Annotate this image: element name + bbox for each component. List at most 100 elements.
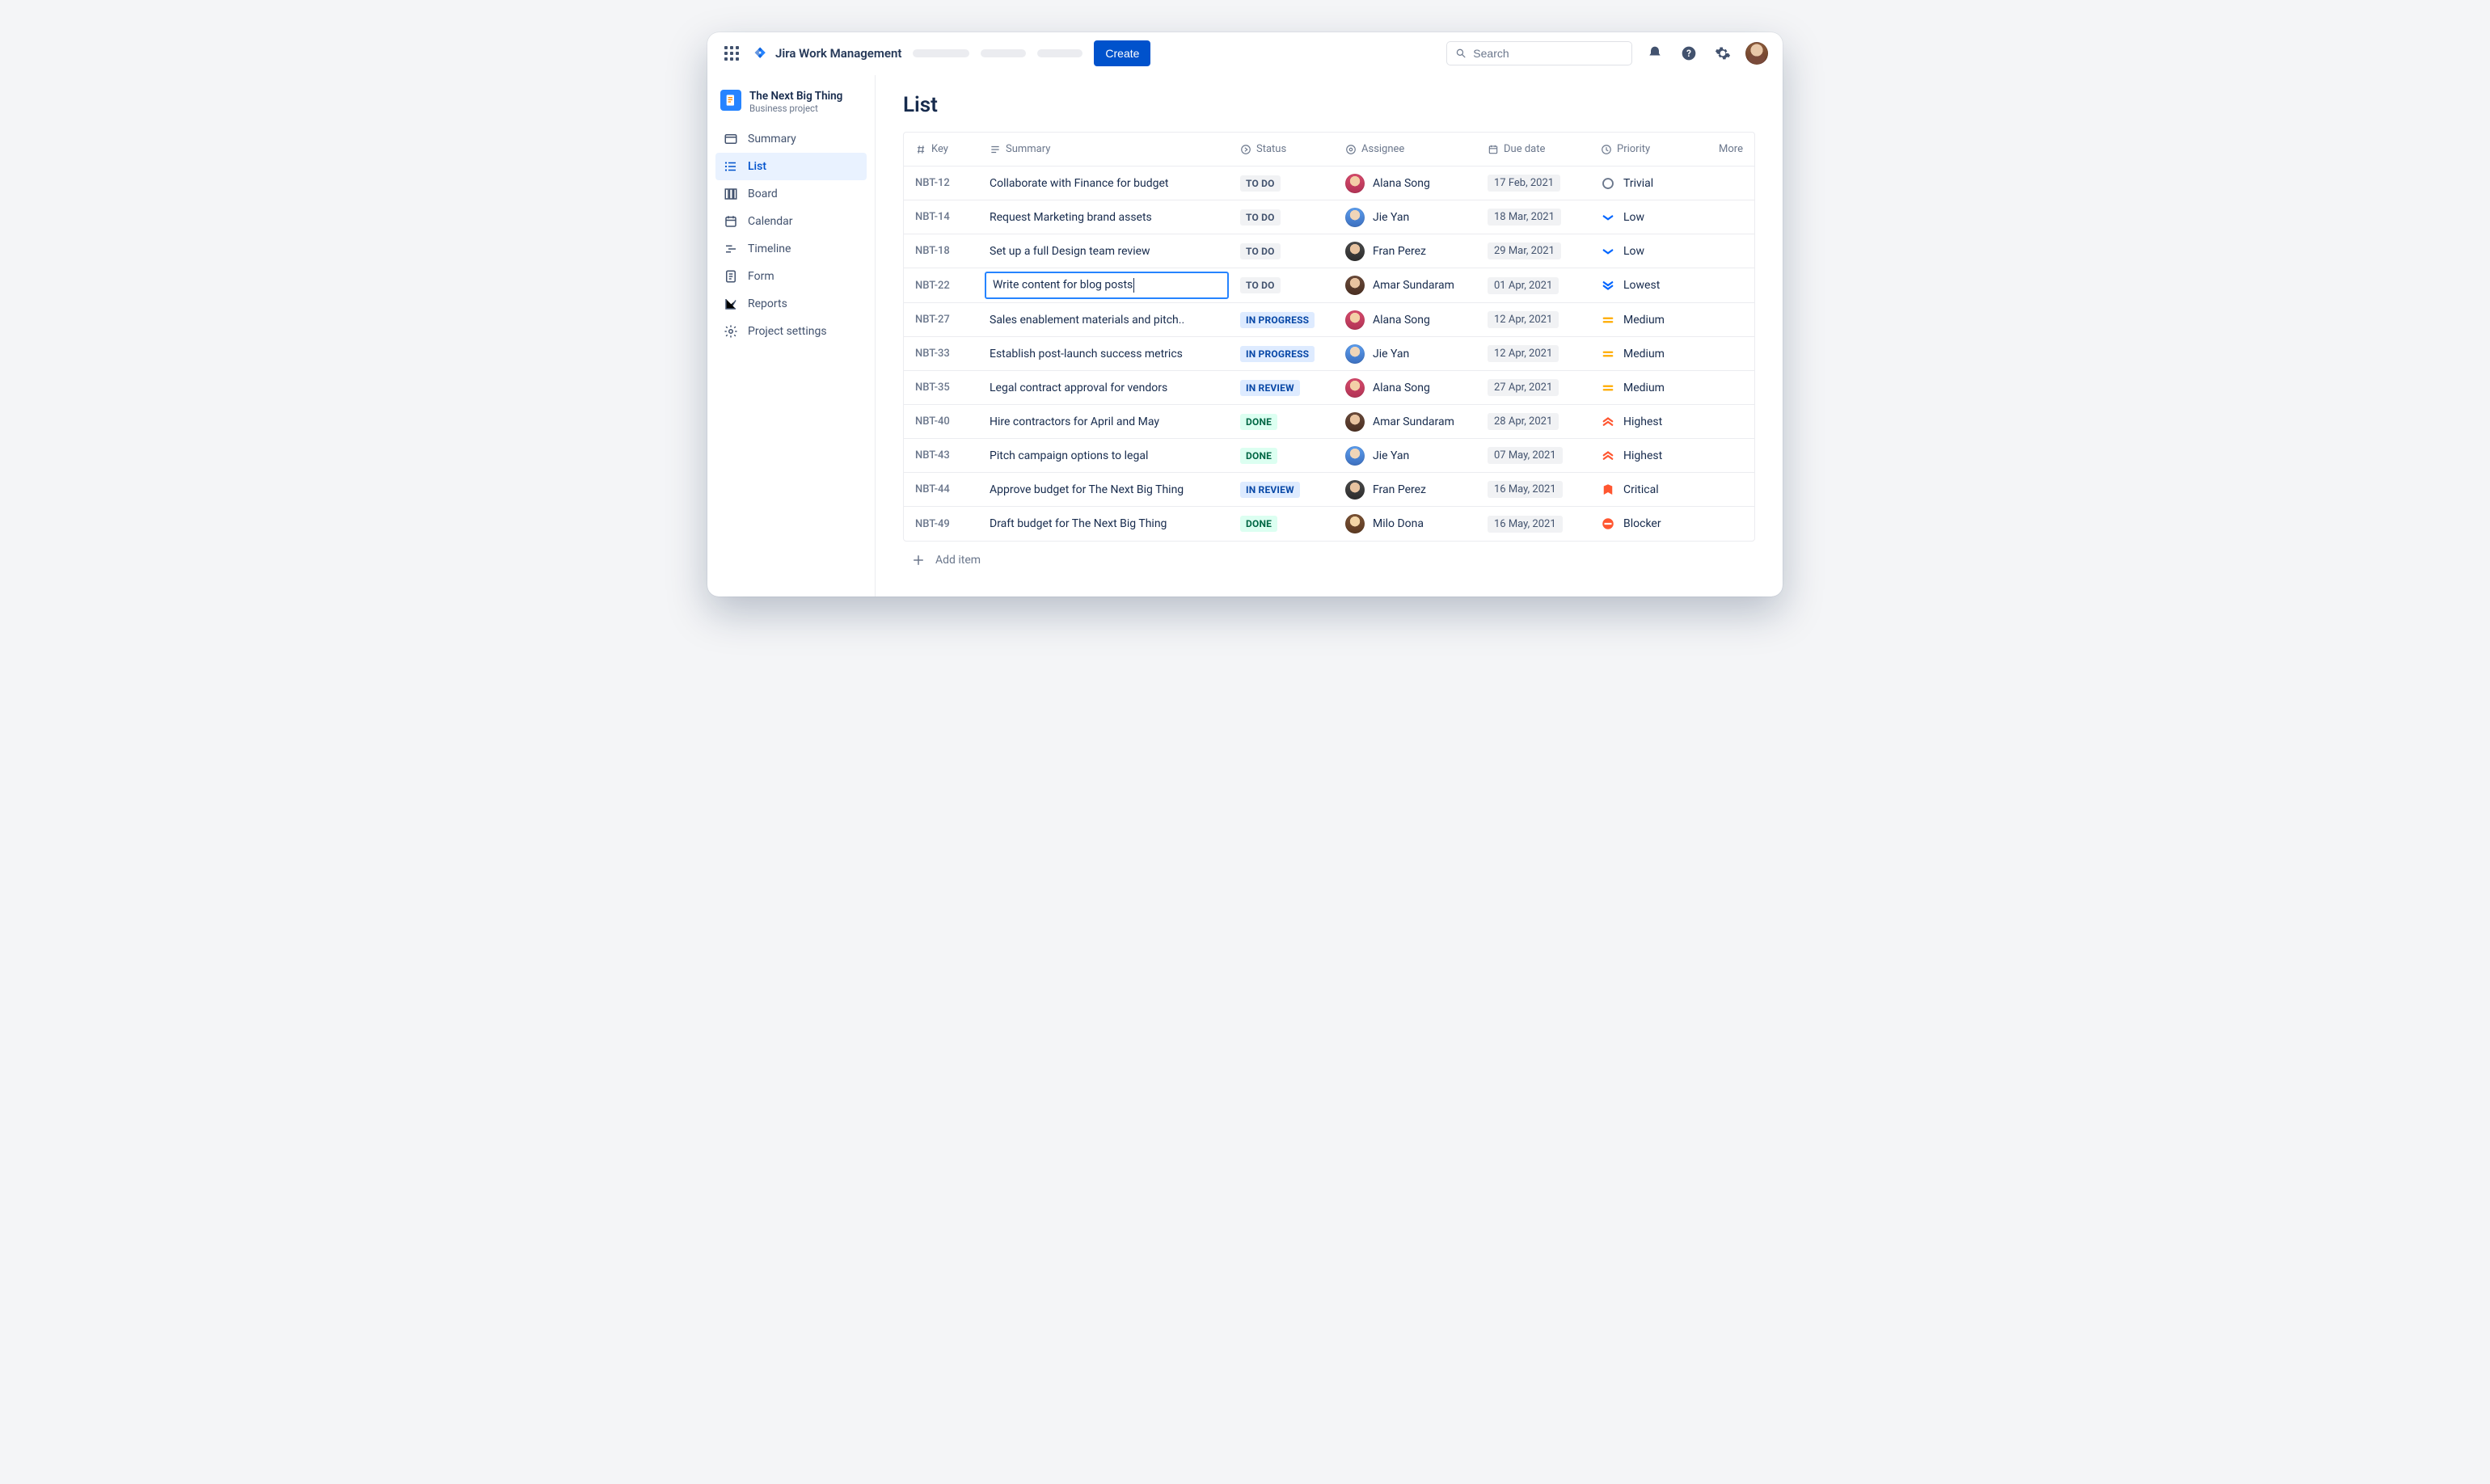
priority-cell[interactable]: Low: [1593, 238, 1706, 265]
assignee-cell[interactable]: Jie Yan: [1337, 201, 1479, 234]
status-cell[interactable]: DONE: [1232, 509, 1337, 538]
table-row[interactable]: NBT-35Legal contract approval for vendor…: [904, 371, 1754, 405]
status-cell[interactable]: TO DO: [1232, 203, 1337, 232]
status-cell[interactable]: TO DO: [1232, 169, 1337, 198]
col-header-key[interactable]: Key: [904, 137, 981, 162]
summary-cell[interactable]: Legal contract approval for vendors: [981, 375, 1232, 401]
sidebar-item-calendar[interactable]: Calendar: [715, 208, 867, 235]
summary-cell[interactable]: Sales enablement materials and pitch..: [981, 307, 1232, 333]
due-date-cell[interactable]: 29 Mar, 2021: [1479, 236, 1593, 266]
help-icon[interactable]: ?: [1678, 42, 1700, 65]
summary-cell[interactable]: Collaborate with Finance for budget: [981, 171, 1232, 196]
issue-key[interactable]: NBT-43: [904, 443, 981, 468]
table-row[interactable]: NBT-18Set up a full Design team reviewTO…: [904, 234, 1754, 268]
assignee-cell[interactable]: Jie Yan: [1337, 338, 1479, 370]
search-box[interactable]: [1446, 41, 1632, 65]
priority-cell[interactable]: Low: [1593, 204, 1706, 231]
assignee-cell[interactable]: Jie Yan: [1337, 440, 1479, 472]
assignee-cell[interactable]: Amar Sundaram: [1337, 269, 1479, 301]
summary-cell[interactable]: Draft budget for The Next Big Thing: [981, 511, 1232, 537]
due-date-cell[interactable]: 27 Apr, 2021: [1479, 373, 1593, 403]
due-date-cell[interactable]: 07 May, 2021: [1479, 441, 1593, 470]
status-cell[interactable]: IN REVIEW: [1232, 373, 1337, 403]
assignee-cell[interactable]: Alana Song: [1337, 167, 1479, 200]
project-header[interactable]: The Next Big Thing Business project: [715, 86, 867, 125]
status-cell[interactable]: IN PROGRESS: [1232, 339, 1337, 369]
nav-placeholder[interactable]: [913, 49, 969, 57]
app-switcher-icon[interactable]: [722, 44, 741, 63]
priority-cell[interactable]: Medium: [1593, 340, 1706, 368]
status-cell[interactable]: TO DO: [1232, 237, 1337, 266]
assignee-cell[interactable]: Milo Dona: [1337, 508, 1479, 540]
issue-key[interactable]: NBT-27: [904, 307, 981, 332]
assignee-cell[interactable]: Alana Song: [1337, 304, 1479, 336]
issue-key[interactable]: NBT-44: [904, 477, 981, 502]
col-header-summary[interactable]: Summary: [981, 137, 1232, 162]
due-date-cell[interactable]: 12 Apr, 2021: [1479, 305, 1593, 335]
priority-cell[interactable]: Medium: [1593, 374, 1706, 402]
sidebar-item-form[interactable]: Form: [715, 263, 867, 290]
status-cell[interactable]: TO DO: [1232, 271, 1337, 300]
issue-key[interactable]: NBT-22: [904, 273, 981, 298]
due-date-cell[interactable]: 28 Apr, 2021: [1479, 407, 1593, 436]
sidebar-item-board[interactable]: Board: [715, 180, 867, 208]
col-header-status[interactable]: Status: [1232, 137, 1337, 162]
due-date-cell[interactable]: 12 Apr, 2021: [1479, 339, 1593, 369]
create-button[interactable]: Create: [1094, 40, 1150, 66]
issue-key[interactable]: NBT-12: [904, 171, 981, 196]
priority-cell[interactable]: Medium: [1593, 306, 1706, 334]
issue-key[interactable]: NBT-40: [904, 409, 981, 434]
sidebar-item-summary[interactable]: Summary: [715, 125, 867, 153]
due-date-cell[interactable]: 18 Mar, 2021: [1479, 202, 1593, 232]
issue-key[interactable]: NBT-33: [904, 341, 981, 366]
due-date-cell[interactable]: 17 Feb, 2021: [1479, 168, 1593, 198]
notifications-icon[interactable]: [1644, 42, 1666, 65]
table-row[interactable]: NBT-27Sales enablement materials and pit…: [904, 303, 1754, 337]
col-header-due[interactable]: Due date: [1479, 137, 1593, 162]
table-row[interactable]: NBT-44Approve budget for The Next Big Th…: [904, 473, 1754, 507]
table-row[interactable]: NBT-12Collaborate with Finance for budge…: [904, 167, 1754, 200]
summary-editing-text[interactable]: Write content for blog posts: [993, 278, 1134, 293]
status-cell[interactable]: DONE: [1232, 441, 1337, 470]
issue-key[interactable]: NBT-49: [904, 512, 981, 537]
sidebar-item-settings[interactable]: Project settings: [715, 318, 867, 345]
priority-cell[interactable]: Blocker: [1593, 510, 1706, 538]
nav-placeholder[interactable]: [1037, 49, 1083, 57]
col-header-priority[interactable]: Priority: [1593, 137, 1706, 162]
table-row[interactable]: NBT-40Hire contractors for April and May…: [904, 405, 1754, 439]
col-header-more[interactable]: More: [1706, 137, 1754, 162]
issue-key[interactable]: NBT-18: [904, 238, 981, 263]
add-item-button[interactable]: Add item: [903, 542, 1755, 572]
sidebar-item-timeline[interactable]: Timeline: [715, 235, 867, 263]
table-row[interactable]: NBT-14Request Marketing brand assetsTO D…: [904, 200, 1754, 234]
settings-icon[interactable]: [1711, 42, 1734, 65]
col-header-assignee[interactable]: Assignee: [1337, 137, 1479, 162]
priority-cell[interactable]: Highest: [1593, 408, 1706, 436]
summary-cell[interactable]: Establish post-launch success metrics: [981, 341, 1232, 367]
issue-key[interactable]: NBT-35: [904, 375, 981, 400]
due-date-cell[interactable]: 16 May, 2021: [1479, 509, 1593, 539]
product-logo[interactable]: Jira Work Management: [753, 45, 901, 61]
search-input[interactable]: [1473, 47, 1623, 60]
priority-cell[interactable]: Lowest: [1593, 272, 1706, 299]
assignee-cell[interactable]: Alana Song: [1337, 372, 1479, 404]
priority-cell[interactable]: Critical: [1593, 476, 1706, 504]
due-date-cell[interactable]: 01 Apr, 2021: [1479, 271, 1593, 301]
assignee-cell[interactable]: Amar Sundaram: [1337, 406, 1479, 438]
status-cell[interactable]: IN PROGRESS: [1232, 306, 1337, 335]
assignee-cell[interactable]: Fran Perez: [1337, 474, 1479, 506]
sidebar-item-reports[interactable]: Reports: [715, 290, 867, 318]
summary-cell[interactable]: Approve budget for The Next Big Thing: [981, 477, 1232, 503]
priority-cell[interactable]: Trivial: [1593, 170, 1706, 197]
table-row[interactable]: NBT-33Establish post-launch success metr…: [904, 337, 1754, 371]
status-cell[interactable]: IN REVIEW: [1232, 475, 1337, 504]
summary-cell[interactable]: Set up a full Design team review: [981, 238, 1232, 264]
table-row[interactable]: NBT-22 Write content for blog posts TO DOA…: [904, 268, 1754, 303]
table-row[interactable]: NBT-43Pitch campaign options to legalDON…: [904, 439, 1754, 473]
summary-cell[interactable]: Request Marketing brand assets: [981, 204, 1232, 230]
summary-cell[interactable]: Write content for blog posts: [985, 272, 1229, 299]
priority-cell[interactable]: Highest: [1593, 442, 1706, 470]
issue-key[interactable]: NBT-14: [904, 204, 981, 230]
nav-placeholder[interactable]: [981, 49, 1026, 57]
status-cell[interactable]: DONE: [1232, 407, 1337, 436]
